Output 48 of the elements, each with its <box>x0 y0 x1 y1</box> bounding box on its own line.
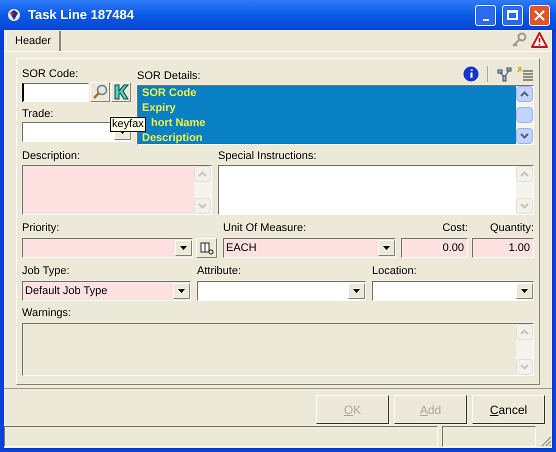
tab[interactable]: Header <box>6 31 62 51</box>
resize-grip[interactable] <box>540 435 552 447</box>
special-instructions-field[interactable] <box>218 165 534 215</box>
warning-icon[interactable] <box>531 32 548 48</box>
detail-line: hort Name <box>150 116 206 131</box>
field-label: Location: <box>372 265 418 278</box>
list-icon[interactable] <box>517 66 534 82</box>
field-label: Cost: <box>442 222 468 235</box>
attribute-field[interactable] <box>197 281 366 301</box>
window-title: Task Line 187484 <box>28 6 135 24</box>
lookup-button[interactable] <box>196 238 217 258</box>
info-icon[interactable] <box>463 66 479 82</box>
field-label: Job Type: <box>22 265 70 278</box>
tooltip: keyfax <box>110 117 146 132</box>
field-label: SOR Details: <box>137 70 202 82</box>
keyfax-button[interactable] <box>111 82 131 102</box>
detail-line: SOR Code <box>142 86 198 101</box>
scroll-up-icon[interactable] <box>520 91 529 97</box>
field-label: Attribute: <box>197 265 242 278</box>
maximize-button[interactable] <box>502 4 523 26</box>
field-label: Quantity: <box>490 222 534 235</box>
sor-code-field[interactable] <box>22 82 89 102</box>
field-label: Description: <box>22 150 82 163</box>
close-icon[interactable] <box>534 10 545 20</box>
unit-field[interactable]: EACH <box>223 238 396 258</box>
cost-field[interactable]: 0.00 <box>401 238 468 258</box>
field-label: Priority: <box>22 222 60 235</box>
field-label: Trade: <box>22 108 54 121</box>
network-icon[interactable] <box>496 66 513 82</box>
dialog-button[interactable]: Cancel <box>472 395 545 424</box>
close-button[interactable] <box>529 4 550 26</box>
job-type-field[interactable]: Default Job Type <box>22 281 191 301</box>
key-icon[interactable] <box>511 32 527 48</box>
field-label: SOR Code: <box>22 68 80 81</box>
app-icon <box>6 7 22 23</box>
detail-line: Expiry <box>142 101 177 116</box>
field-label: Warnings: <box>22 307 72 320</box>
priority-field[interactable] <box>22 238 193 258</box>
minimize-button[interactable] <box>475 4 496 26</box>
scroll-down-icon[interactable] <box>520 133 529 139</box>
search-button[interactable] <box>90 82 110 102</box>
detail-line: Description <box>142 131 204 144</box>
quantity-field[interactable]: 1.00 <box>472 238 534 258</box>
field-label: Unit Of Measure: <box>223 222 308 235</box>
location-field[interactable] <box>372 281 534 301</box>
scrollbar[interactable] <box>516 86 533 144</box>
field-label: Special Instructions: <box>218 150 318 163</box>
description-field[interactable] <box>22 165 212 215</box>
